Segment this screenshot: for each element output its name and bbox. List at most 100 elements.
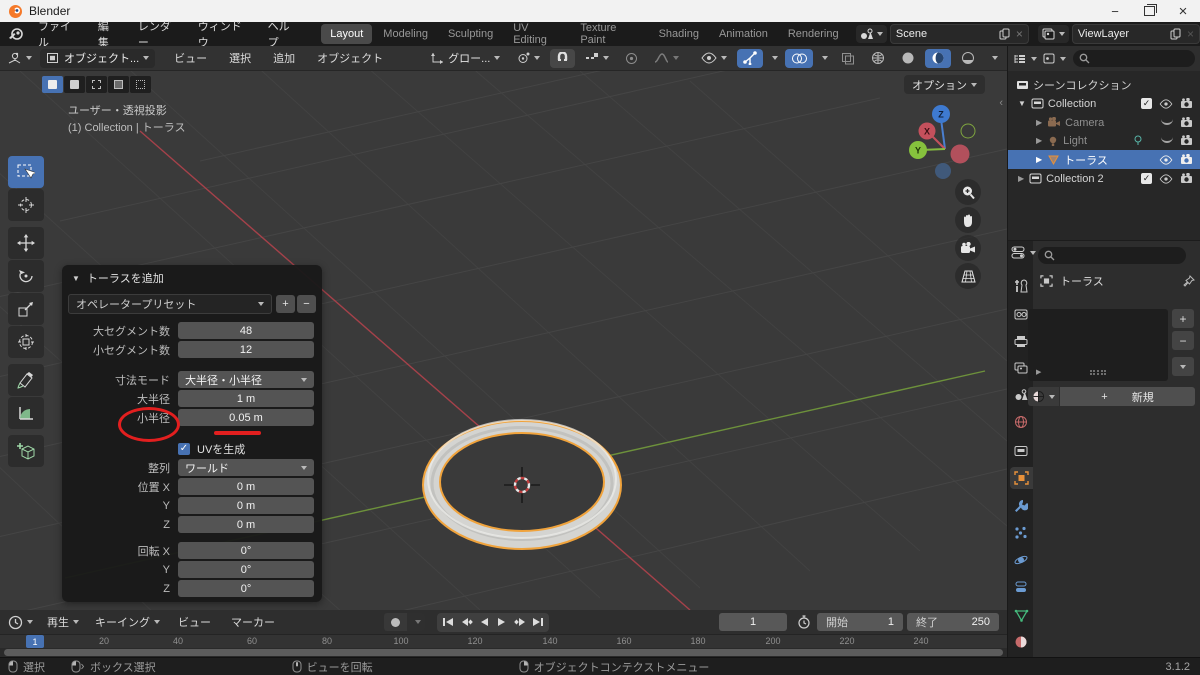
expand-icon[interactable]: ▼ (1018, 99, 1026, 108)
hide-eye-icon[interactable] (1159, 173, 1173, 184)
play-button[interactable] (493, 614, 511, 631)
camera-view-button[interactable] (955, 235, 981, 261)
menu-view[interactable]: ビュー (163, 46, 218, 71)
tab-world[interactable] (1010, 411, 1032, 433)
playhead[interactable]: 1 (26, 635, 44, 648)
shading-solid-button[interactable] (895, 49, 921, 68)
slot-remove-button[interactable]: − (1172, 331, 1194, 350)
pivot-point-selector[interactable] (510, 49, 546, 68)
disable-render-camera-icon[interactable] (1180, 117, 1193, 128)
tool-add-primitive[interactable] (8, 435, 44, 467)
hidden-eye-icon[interactable] (1161, 116, 1173, 125)
preset-add-button[interactable]: + (276, 295, 295, 313)
rotation-y-field[interactable]: 0° (178, 561, 314, 578)
use-preview-range-button[interactable] (797, 615, 811, 629)
close-button[interactable]: × (1166, 1, 1200, 22)
expand-icon[interactable]: ▶ (1036, 155, 1042, 164)
dimensions-mode-select[interactable]: 大半径・小半径 (178, 371, 314, 388)
timeline-ruler[interactable]: 20 40 60 80 100 120 140 160 180 200 220 … (0, 635, 1007, 648)
snap-target-selector[interactable] (579, 49, 615, 68)
outliner-row-camera[interactable]: ▶ Camera (1008, 113, 1200, 132)
frame-end-field[interactable]: 終了 250 (907, 613, 999, 631)
location-y-field[interactable]: 0 m (178, 497, 314, 514)
timeline-editor-type-button[interactable] (8, 615, 33, 630)
viewlayer-browse-button[interactable] (1037, 25, 1069, 43)
gizmo-axis-z[interactable]: Z (932, 105, 950, 123)
major-segments-field[interactable]: 48 (178, 322, 314, 339)
breadcrumb-object-name[interactable]: トーラス (1060, 273, 1104, 289)
material-slot-list[interactable]: ▶ (1028, 309, 1168, 381)
overlays-dropdown[interactable] (815, 49, 831, 68)
proportional-falloff-selector[interactable] (648, 49, 685, 68)
scene-name-field[interactable]: Scene × (889, 24, 1029, 44)
scene-browse-button[interactable] (855, 25, 887, 43)
select-mode-invert[interactable] (108, 76, 129, 93)
tool-select-box[interactable] (8, 156, 44, 188)
tool-move[interactable] (8, 227, 44, 259)
transform-orientation-selector[interactable]: グロー... (424, 49, 506, 68)
menu-window[interactable]: ウィンドウ (188, 21, 258, 49)
browse-material-button[interactable] (1028, 387, 1059, 406)
tool-annotate[interactable] (8, 364, 44, 396)
tab-collection-properties[interactable] (1010, 440, 1032, 462)
copy-icon[interactable] (999, 28, 1010, 40)
scene-unlink-icon[interactable]: × (1016, 27, 1023, 41)
major-radius-field[interactable]: 1 m (178, 390, 314, 407)
viewport-options-dropdown[interactable]: オプション (904, 75, 985, 94)
menu-marker[interactable]: マーカー (221, 610, 285, 635)
resize-grip-icon[interactable] (1090, 373, 1106, 375)
editor-type-button[interactable] (7, 52, 32, 65)
select-mode-subtract[interactable] (86, 76, 107, 93)
outliner-row-collection[interactable]: ▼ Collection ✓ (1008, 94, 1200, 113)
location-z-field[interactable]: 0 m (178, 516, 314, 533)
generate-uv-row[interactable]: ✓ UVを生成 (178, 441, 314, 457)
shading-dropdown[interactable] (985, 49, 1001, 68)
menu-object[interactable]: オブジェクト (306, 46, 394, 71)
hidden-eye-icon[interactable] (1161, 134, 1173, 143)
select-mode-new[interactable] (42, 76, 63, 93)
timeline-scrollbar[interactable] (4, 649, 1003, 656)
current-frame-field[interactable]: 1 (719, 613, 787, 631)
shading-rendered-button[interactable] (955, 49, 981, 68)
workspace-tab-shading[interactable]: Shading (650, 24, 708, 44)
gizmo-axis-x-neg[interactable] (950, 144, 970, 164)
pin-icon[interactable] (1183, 275, 1195, 287)
workspace-tab-layout[interactable]: Layout (321, 24, 373, 44)
tool-measure[interactable] (8, 397, 44, 429)
show-gizmo-toggle[interactable] (737, 48, 763, 68)
previous-keyframe-button[interactable] (457, 614, 475, 631)
menu-playback[interactable]: 再生 (39, 610, 87, 635)
expand-icon[interactable]: ▶ (1036, 136, 1042, 145)
workspace-tab-rendering[interactable]: Rendering (779, 24, 848, 44)
hide-eye-icon[interactable] (1159, 154, 1173, 165)
expand-icon[interactable]: ▶ (1036, 118, 1042, 127)
object-visibility-selector[interactable] (695, 49, 733, 68)
gizmo-axis-x[interactable]: X (918, 122, 936, 140)
gizmo-axis-y[interactable]: Y (909, 141, 927, 159)
viewport-3d[interactable]: ユーザー・透視投影 (1) Collection | トーラス オプション ‹ … (0, 71, 1007, 610)
select-mode-extend[interactable] (64, 76, 85, 93)
disable-render-camera-icon[interactable] (1180, 173, 1193, 184)
tab-object-properties[interactable] (1010, 467, 1033, 489)
workspace-tab-modeling[interactable]: Modeling (374, 24, 437, 44)
gizmo-axis-z-neg[interactable] (935, 163, 951, 179)
align-select[interactable]: ワールド (178, 459, 314, 476)
tab-modifiers[interactable] (1010, 495, 1032, 517)
menu-file[interactable]: ファイル (28, 21, 88, 49)
outliner-row-torus[interactable]: ▶ トーラス (1008, 150, 1200, 169)
workspace-tab-texture-paint[interactable]: Texture Paint (571, 22, 647, 46)
workspace-tab-animation[interactable]: Animation (710, 24, 777, 44)
tab-physics[interactable] (1010, 549, 1032, 571)
rotation-z-field[interactable]: 0° (178, 580, 314, 597)
region-collapse-icon[interactable]: ‹ (999, 97, 1003, 109)
slot-specials-button[interactable] (1172, 357, 1194, 376)
menu-help[interactable]: ヘルプ (258, 21, 308, 49)
properties-editor-type-button[interactable] (1011, 246, 1036, 259)
minimize-button[interactable]: − (1098, 1, 1132, 22)
tab-particles[interactable] (1010, 522, 1032, 544)
viewlayer-name-field[interactable]: ViewLayer × (1071, 24, 1200, 44)
toggle-ortho-button[interactable] (955, 263, 981, 289)
outliner-row-collection-2[interactable]: ▶ Collection 2 ✓ (1008, 169, 1200, 188)
play-reverse-button[interactable] (475, 614, 493, 631)
slot-add-button[interactable]: + (1172, 309, 1194, 328)
